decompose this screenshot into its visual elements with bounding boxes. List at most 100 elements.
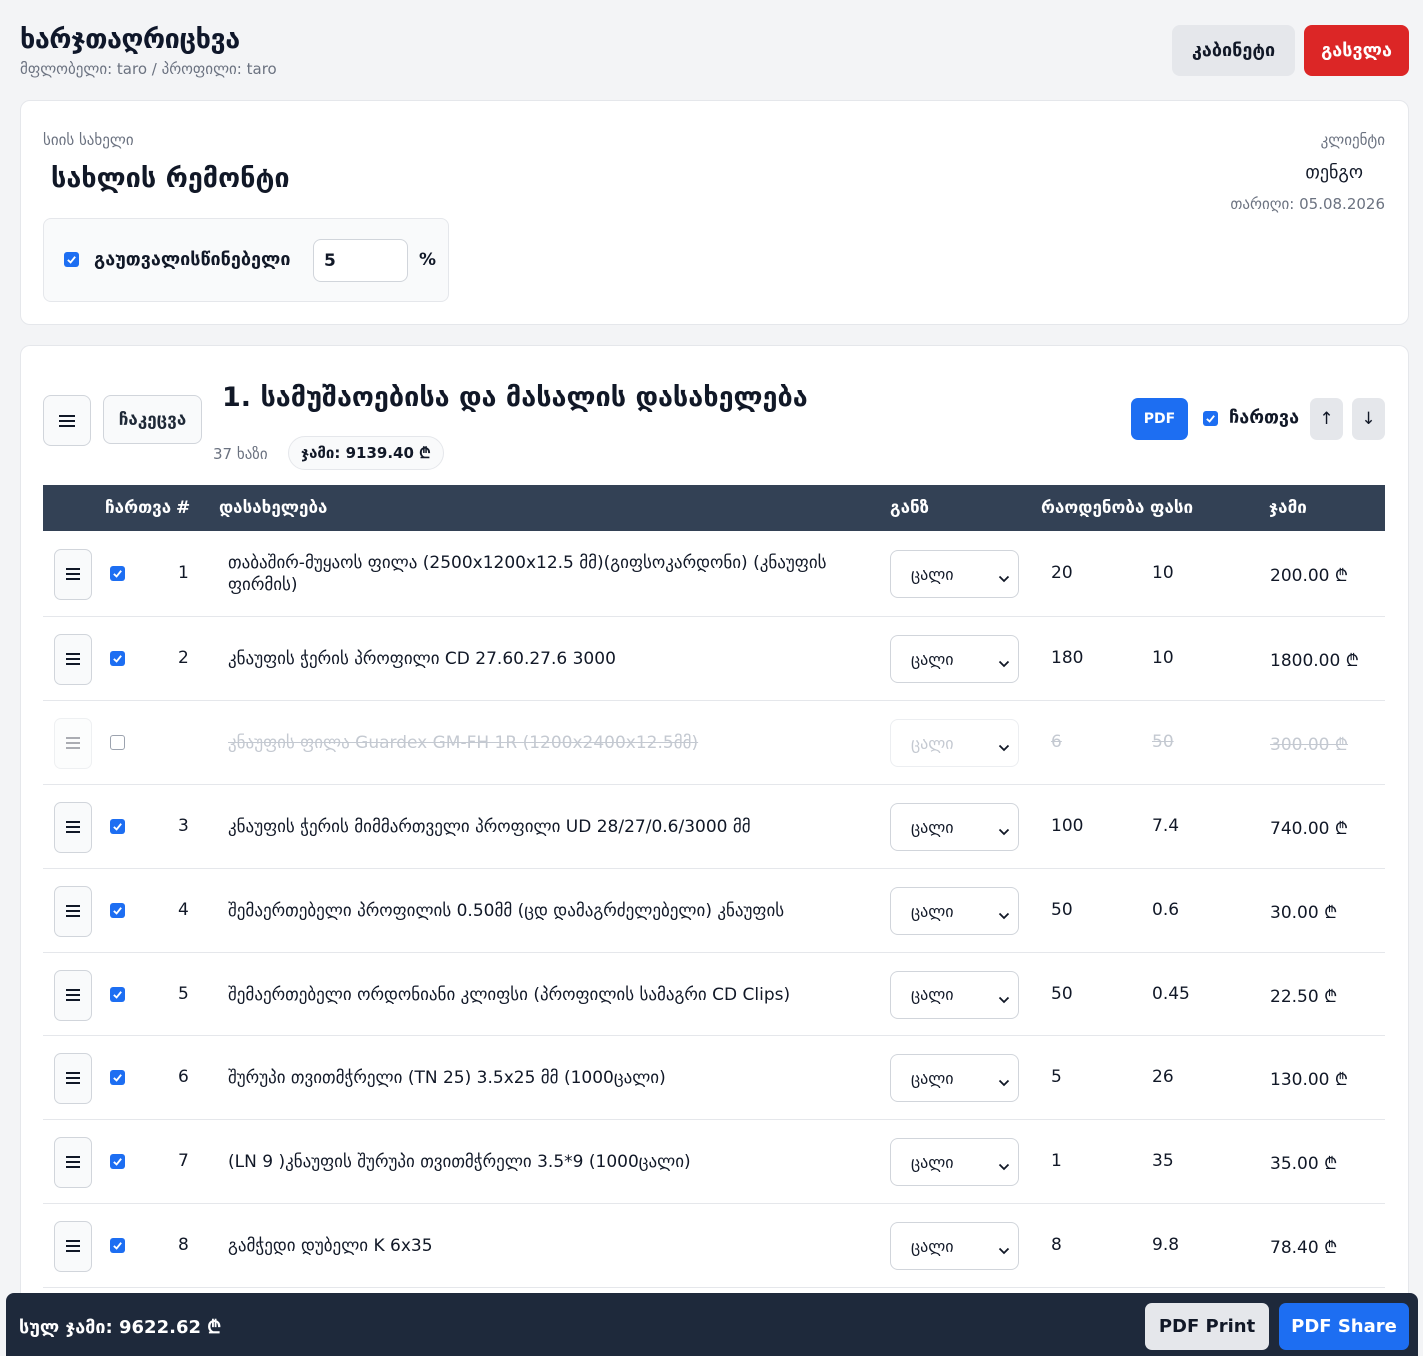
col-desc: დასახელება (219, 498, 328, 518)
row-total: 78.40 ₾ (1270, 1238, 1338, 1258)
row-price[interactable]: 26 (1152, 1067, 1174, 1087)
row-unit-select[interactable]: ცალი (890, 719, 1019, 767)
row-quantity[interactable]: 180 (1051, 648, 1083, 668)
row-enable-checkbox[interactable] (110, 1154, 125, 1169)
row-number: 1 (178, 563, 189, 583)
row-description[interactable]: (LN 9 )კნაუფის შურუპი თვითმჭრელი 3.5*9 (… (228, 1151, 878, 1173)
row-drag-handle[interactable] (54, 718, 92, 769)
collapse-button[interactable]: ჩაკეცვა (103, 395, 202, 444)
row-total: 22.50 ₾ (1270, 986, 1338, 1007)
row-price[interactable]: 0.45 (1152, 984, 1190, 1004)
table-row: 4 შემაერთებელი პროფილის 0.50მმ (ცდ დამაგრ… (43, 869, 1385, 953)
row-price[interactable]: 10 (1152, 563, 1174, 583)
row-description[interactable]: კნაუფის ჭერის პროფილი CD 27.60.27.6 3000 (228, 648, 878, 670)
unforeseen-percent-input[interactable]: 5 (313, 239, 408, 282)
row-drag-handle[interactable] (54, 634, 92, 685)
row-drag-handle[interactable] (54, 1137, 92, 1188)
row-unit-select[interactable]: ცალი (890, 1054, 1019, 1102)
chevron-down-icon (998, 1240, 1010, 1259)
row-enable-checkbox[interactable] (110, 735, 125, 750)
client-name-field[interactable]: თენგო (1305, 162, 1363, 183)
row-enable-checkbox[interactable] (110, 903, 125, 918)
row-unit-select[interactable]: ცალი (890, 635, 1019, 683)
list-name-field[interactable]: სახლის რემონტი (51, 163, 290, 194)
row-quantity[interactable]: 8 (1051, 1235, 1062, 1255)
row-drag-handle[interactable] (54, 969, 92, 1021)
row-unit-select[interactable]: ცალი (890, 887, 1019, 935)
row-drag-handle[interactable] (54, 802, 92, 853)
row-quantity[interactable]: 100 (1051, 816, 1083, 836)
row-enable-checkbox[interactable] (110, 1238, 125, 1253)
row-unit-select[interactable]: ცალი (890, 1222, 1019, 1270)
table-row: 5 შემაერთებელი ორდონიანი კლიფსი (პროფილის… (43, 953, 1385, 1036)
table-row: 8 გამჭედი დუბელი K 6x35 ცალი 8 9.8 78.40 ₾ (43, 1204, 1385, 1288)
row-enable-checkbox[interactable] (110, 566, 125, 581)
row-total: 300.00 ₾ (1270, 735, 1348, 755)
col-qty: რაოდენობა (1041, 498, 1145, 518)
row-unit-value: ცალი (911, 1236, 954, 1256)
move-down-button[interactable]: ↓ (1352, 398, 1385, 440)
section-enable-label: ჩართვა (1229, 407, 1300, 428)
row-enable-checkbox[interactable] (110, 986, 125, 1002)
row-unit-select[interactable]: ცალი (890, 1138, 1019, 1186)
pdf-share-button[interactable]: PDF Share (1279, 1303, 1409, 1350)
table-row: 3 კნაუფის ჭერის მიმმართველი პროფილი UD 28… (43, 785, 1385, 869)
section-pdf-button[interactable]: PDF (1131, 398, 1188, 440)
row-unit-value: ცალი (911, 1068, 954, 1088)
list-name-label: სიის სახელი (43, 131, 134, 149)
row-description[interactable]: თაბაშირ-მუყაოს ფილა (2500x1200x12.5 მმ)(… (228, 552, 878, 596)
row-quantity[interactable]: 1 (1051, 1151, 1062, 1171)
row-description[interactable]: შემაერთებელი ორდონიანი კლიფსი (პროფილის … (228, 984, 878, 1006)
row-number: 8 (178, 1235, 189, 1255)
unforeseen-box: გაუთვალისწინებელი 5 % (43, 218, 449, 302)
row-quantity[interactable]: 50 (1051, 984, 1073, 1004)
row-enable-checkbox[interactable] (110, 1070, 125, 1085)
row-price[interactable]: 7.4 (1152, 816, 1179, 836)
row-drag-handle[interactable] (54, 886, 92, 937)
row-price[interactable]: 9.8 (1152, 1235, 1179, 1255)
row-description[interactable]: კნაუფის ფილა Guardex GM-FH 1R (1200x2400… (228, 732, 878, 754)
grand-total: სულ ჯამი: 9622.62 ₾ (19, 1317, 222, 1338)
chevron-down-icon (998, 821, 1010, 840)
row-price[interactable]: 0.6 (1152, 900, 1179, 920)
row-unit-select[interactable]: ცალი (890, 803, 1019, 851)
percent-sign: % (419, 250, 437, 270)
row-price[interactable]: 10 (1152, 648, 1174, 668)
row-description[interactable]: შემაერთებელი პროფილის 0.50მმ (ცდ დამაგრძ… (228, 900, 878, 922)
unforeseen-checkbox[interactable] (64, 252, 79, 267)
row-quantity[interactable]: 20 (1051, 563, 1073, 583)
section-enable-checkbox[interactable] (1203, 411, 1218, 426)
section-drag-handle[interactable] (43, 395, 91, 446)
row-description[interactable]: კნაუფის ჭერის მიმმართველი პროფილი UD 28/… (228, 816, 878, 838)
section-line-count: 37 ხაზი (213, 445, 268, 463)
row-description[interactable]: გამჭედი დუბელი K 6x35 (228, 1235, 878, 1257)
row-drag-handle[interactable] (54, 549, 92, 600)
footer-bar: სულ ჯამი: 9622.62 ₾ PDF Print PDF Share (6, 1293, 1418, 1356)
row-unit-select[interactable]: ცალი (890, 970, 1019, 1019)
row-number: 5 (178, 983, 189, 1004)
row-number: 6 (178, 1067, 189, 1087)
row-number: 2 (178, 648, 189, 668)
row-drag-handle[interactable] (54, 1221, 92, 1272)
table-header: ჩართვა # დასახელება განზ რაოდენობა ფასი … (43, 485, 1385, 531)
move-up-button[interactable]: ↑ (1310, 398, 1343, 440)
row-description[interactable]: შურუპი თვითმჭრელი (TN 25) 3.5x25 მმ (100… (228, 1067, 878, 1089)
app-title: ხარჯთაღრიცხვა (20, 24, 240, 55)
row-price[interactable]: 35 (1152, 1151, 1174, 1171)
row-quantity[interactable]: 6 (1051, 732, 1062, 752)
row-quantity[interactable]: 5 (1051, 1067, 1062, 1087)
pdf-print-button[interactable]: PDF Print (1145, 1303, 1269, 1350)
section-sum-badge: ჯამი: 9139.40 ₾ (288, 436, 444, 470)
row-enable-checkbox[interactable] (110, 819, 125, 834)
cabinet-button[interactable]: კაბინეტი (1172, 25, 1295, 76)
row-unit-select[interactable]: ცალი (890, 550, 1019, 598)
row-price[interactable]: 50 (1152, 732, 1174, 752)
logout-button[interactable]: გასვლა (1304, 25, 1409, 76)
section-title: 1. სამუშაოებისა და მასალის დასახელება (222, 382, 808, 413)
row-unit-value: ცალი (911, 1152, 954, 1172)
row-enable-checkbox[interactable] (110, 651, 125, 666)
chevron-down-icon (998, 989, 1010, 1008)
row-total: 200.00 ₾ (1270, 566, 1348, 586)
row-drag-handle[interactable] (54, 1053, 92, 1104)
row-quantity[interactable]: 50 (1051, 900, 1073, 920)
